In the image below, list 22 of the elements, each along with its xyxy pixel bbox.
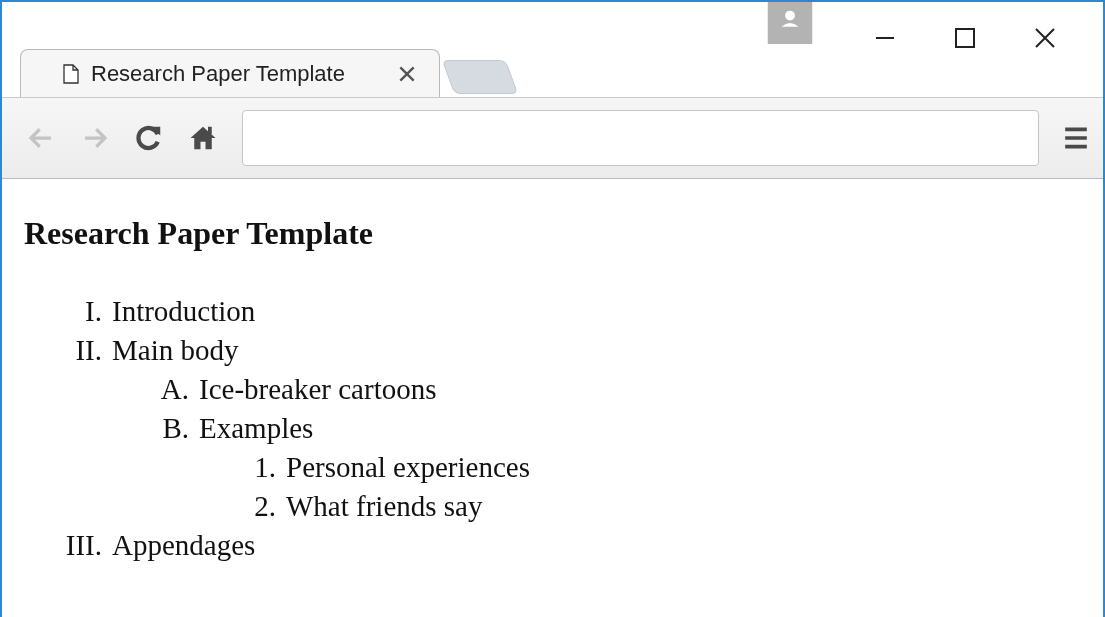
page-icon	[63, 63, 79, 84]
list-item-text: Personal experiences	[286, 450, 530, 485]
list-marker: II.	[74, 333, 102, 368]
list-item-text: Examples	[199, 411, 314, 446]
list-item-text: Appendages	[112, 528, 256, 563]
list-marker: III.	[64, 528, 102, 563]
list-marker: 2.	[253, 489, 276, 524]
list-item-text: Introduction	[112, 294, 256, 329]
list-marker: B.	[161, 411, 189, 446]
list-item-text: Main body	[112, 333, 239, 368]
address-field[interactable]	[242, 110, 1039, 166]
page-heading: Research Paper Template	[24, 215, 373, 252]
close-tab-icon[interactable]	[399, 65, 415, 82]
list-marker: I.	[84, 294, 102, 329]
close-icon[interactable]	[1033, 26, 1057, 50]
menu-icon[interactable]	[1063, 125, 1089, 151]
list-item-text: What friends say	[286, 489, 483, 524]
list-marker: 1.	[253, 450, 276, 485]
list-item-text: Ice-breaker cartoons	[199, 372, 437, 407]
browser-tab[interactable]: Research Paper Template	[20, 49, 440, 97]
maximize-icon[interactable]	[953, 26, 977, 50]
list-marker: A.	[159, 372, 189, 407]
